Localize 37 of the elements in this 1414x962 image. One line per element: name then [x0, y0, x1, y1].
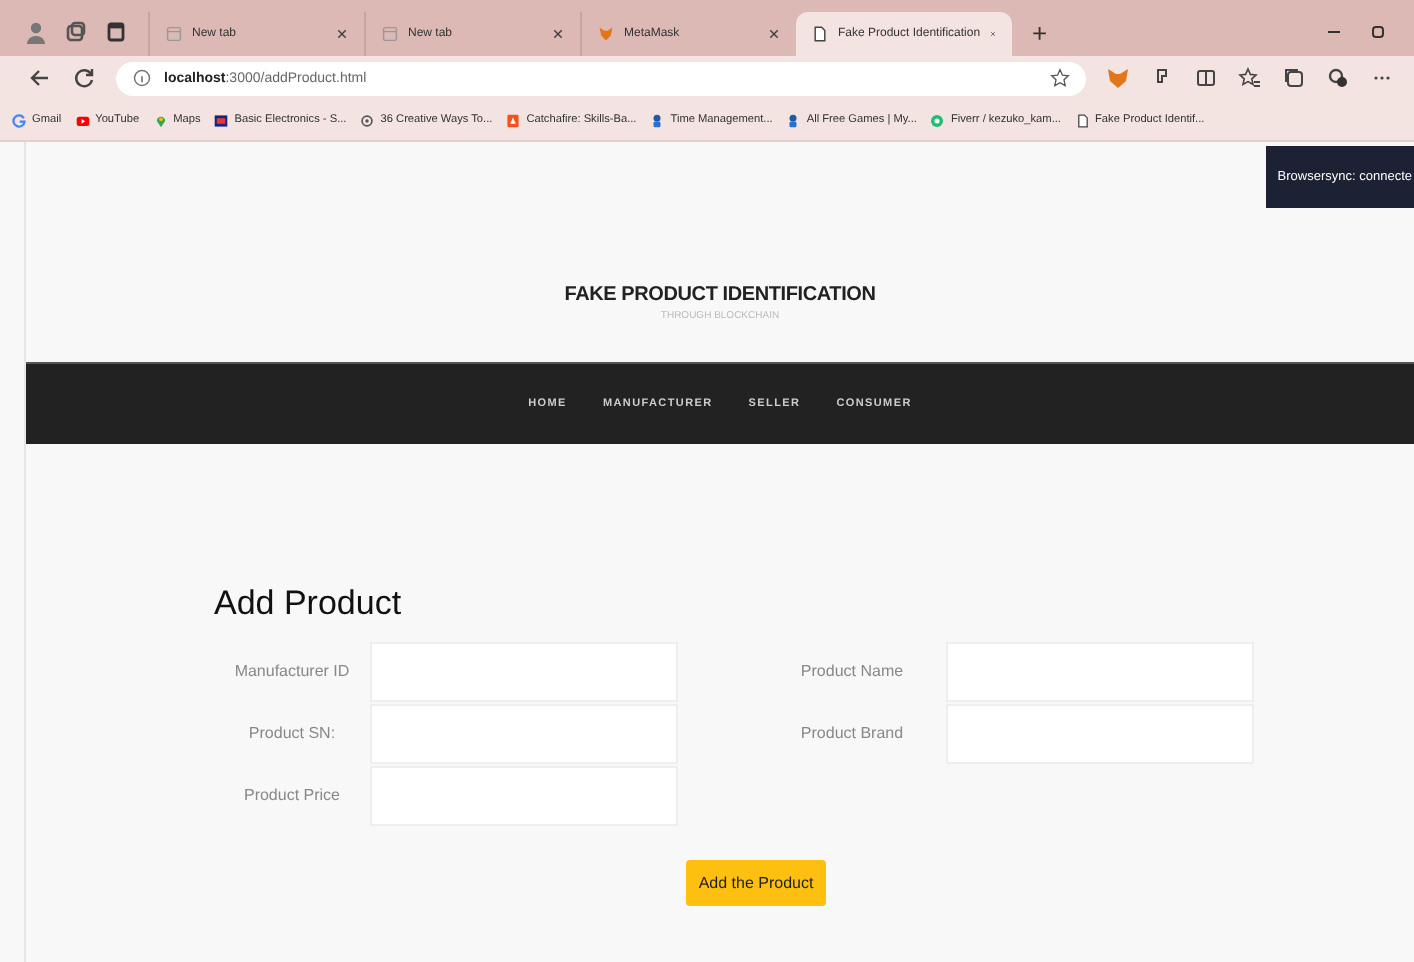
field-label: Product Price: [241, 786, 343, 804]
logo-icon: [506, 113, 521, 127]
form-heading: Add Product: [214, 584, 404, 624]
back-icon[interactable]: [28, 66, 52, 90]
close-icon[interactable]: [768, 28, 780, 40]
tab-actions-icon[interactable]: [104, 20, 128, 44]
field-label: Manufacturer ID: [232, 662, 352, 680]
new-tab-button[interactable]: +: [1032, 20, 1048, 48]
split-screen-icon[interactable]: [1194, 66, 1218, 90]
circle-icon: [360, 113, 375, 127]
workspaces-icon[interactable]: [64, 20, 88, 44]
copilot-icon[interactable]: [1326, 66, 1350, 90]
fox-icon: [598, 26, 614, 42]
favorites-icon[interactable]: [1238, 66, 1262, 90]
circle-icon: [930, 113, 945, 127]
field-label: Product Brand: [798, 724, 906, 742]
page-icon: [382, 26, 398, 42]
google-icon: [12, 113, 26, 127]
character-icon: [650, 113, 665, 127]
map-pin-icon: [153, 113, 168, 127]
document-icon: [1075, 113, 1089, 127]
document-icon: [812, 26, 828, 42]
close-icon[interactable]: [552, 28, 564, 40]
logo-icon: [214, 113, 229, 127]
character-icon: [786, 113, 801, 127]
close-icon[interactable]: [336, 28, 348, 40]
info-icon: [132, 68, 152, 88]
site-title: FAKE PRODUCT IDENTIFICATION: [564, 284, 876, 306]
collections-icon[interactable]: [1282, 66, 1306, 90]
star-icon[interactable]: [1050, 68, 1070, 88]
restore-icon[interactable]: [1366, 20, 1390, 44]
add-product-button[interactable]: Add the Product: [686, 860, 826, 906]
field-label: Product Name: [798, 662, 906, 680]
reload-icon[interactable]: [72, 66, 96, 90]
field-label: Product SN:: [246, 724, 338, 742]
play-icon: [75, 113, 90, 127]
page-icon: [166, 26, 182, 42]
